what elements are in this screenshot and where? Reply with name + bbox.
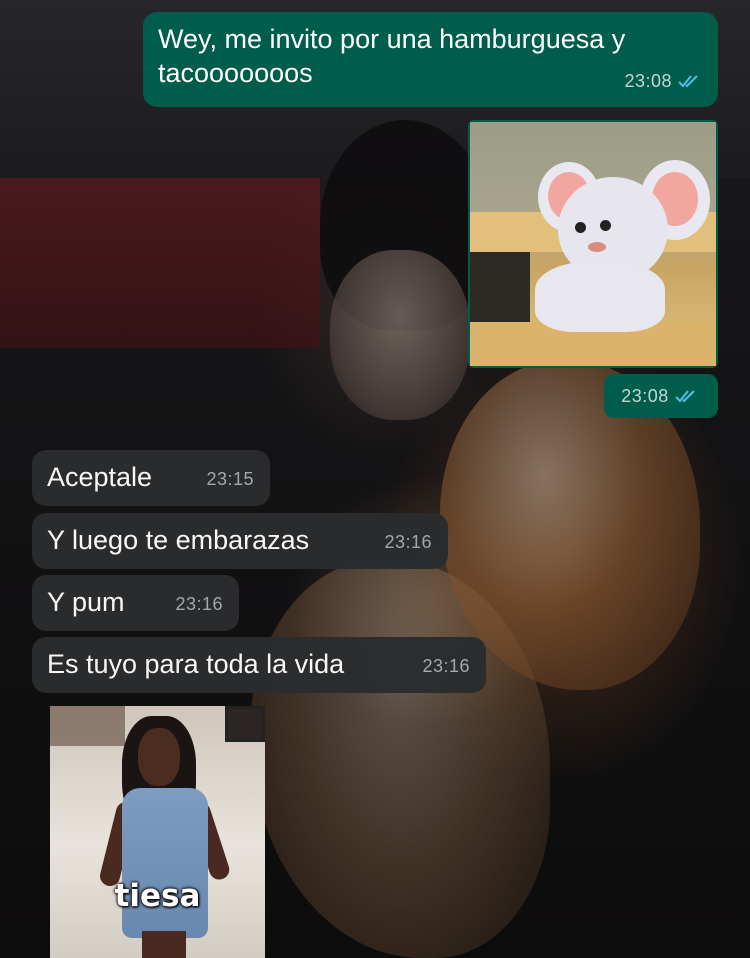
message-time: 23:16 [422, 656, 470, 676]
message-bubble-incoming[interactable]: Aceptale 23:15 [32, 450, 270, 506]
message-text: Y pum [47, 587, 125, 617]
message-image-outgoing[interactable] [468, 120, 718, 368]
photo-wall-frame [225, 706, 265, 742]
message-time: 23:15 [206, 469, 254, 489]
message-text: Y luego te embarazas [47, 525, 310, 555]
message-time: 23:08 [621, 385, 669, 406]
photo-person-dress [122, 788, 208, 938]
message-bubble-incoming[interactable]: Y pum 23:16 [32, 575, 239, 631]
message-text: Wey, me invito por una hamburguesa y tac… [158, 24, 633, 88]
mouse-nose [588, 242, 606, 252]
message-text: Aceptale [47, 462, 153, 492]
message-bubble-outgoing[interactable]: Wey, me invito por una hamburguesa y tac… [143, 12, 718, 107]
mouse-eye-right [600, 220, 611, 231]
mouse-eye-left [575, 222, 586, 233]
read-ticks-icon [675, 390, 695, 403]
image-time-chip: 23:08 [604, 374, 718, 418]
message-bubble-incoming[interactable]: Es tuyo para toda la vida 23:16 [32, 637, 486, 693]
photo-person-legs [142, 931, 186, 958]
message-text: Es tuyo para toda la vida [47, 649, 345, 679]
image-shadow [470, 252, 530, 332]
photo-person-face [138, 728, 180, 786]
message-image-incoming[interactable]: tiesa [50, 706, 265, 958]
read-ticks-icon [678, 75, 698, 88]
message-time: 23:16 [384, 532, 432, 552]
message-list: Wey, me invito por una hamburguesa y tac… [0, 0, 750, 958]
image-caption: tiesa [114, 878, 201, 914]
mouse-body [535, 262, 665, 332]
message-time: 23:08 [624, 71, 672, 91]
message-bubble-incoming[interactable]: Y luego te embarazas 23:16 [32, 513, 448, 569]
message-time: 23:16 [175, 594, 223, 614]
cartoon-mouse-image[interactable] [470, 122, 716, 366]
photo-furniture [50, 706, 125, 746]
message-meta: 23:08 [624, 64, 704, 98]
